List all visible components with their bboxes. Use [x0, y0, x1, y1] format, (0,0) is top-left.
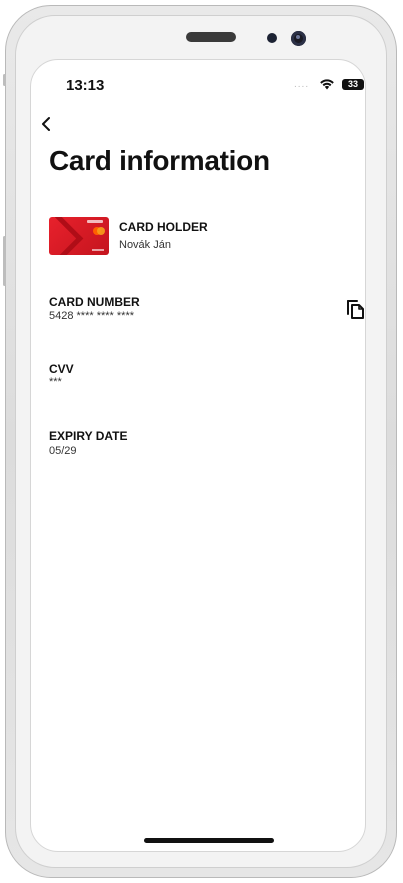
- back-button[interactable]: [35, 112, 59, 136]
- phone-speaker: [186, 32, 236, 42]
- copy-icon: [347, 300, 364, 319]
- card-type-mark: [92, 249, 104, 251]
- page-title: Card information: [49, 145, 270, 176]
- status-time: 13:13: [66, 77, 105, 94]
- expiry-date-value: 05/29: [49, 445, 77, 457]
- phone-side-button-top: [3, 74, 6, 86]
- battery-level: 33: [347, 79, 358, 89]
- card-thumbnail: [49, 217, 109, 255]
- home-indicator[interactable]: [144, 838, 274, 843]
- wifi-icon: [320, 79, 334, 90]
- mastercard-logo-icon: [93, 227, 105, 235]
- phone-side-button-volume: [3, 236, 6, 286]
- battery-icon: 33: [342, 79, 364, 90]
- cvv-label: CVV: [49, 362, 74, 376]
- phone-sensor: [267, 33, 277, 43]
- signal-dots: ....: [294, 79, 310, 90]
- card-holder-value: Novák Ján: [119, 239, 171, 251]
- card-number-value: 5428 **** **** ****: [49, 310, 135, 322]
- card-brand-mark: [87, 220, 103, 223]
- app-screen: 13:13 .... 33 Card information CARD HOLD…: [30, 59, 366, 852]
- card-number-label: CARD NUMBER: [49, 295, 140, 309]
- expiry-date-label: EXPIRY DATE: [49, 429, 128, 443]
- copy-button[interactable]: [345, 297, 366, 321]
- phone-front-camera: [291, 31, 306, 46]
- chevron-left-icon: [42, 117, 50, 131]
- card-stripe: [49, 217, 84, 255]
- card-holder-label: CARD HOLDER: [119, 220, 208, 234]
- cvv-value: ***: [49, 376, 62, 388]
